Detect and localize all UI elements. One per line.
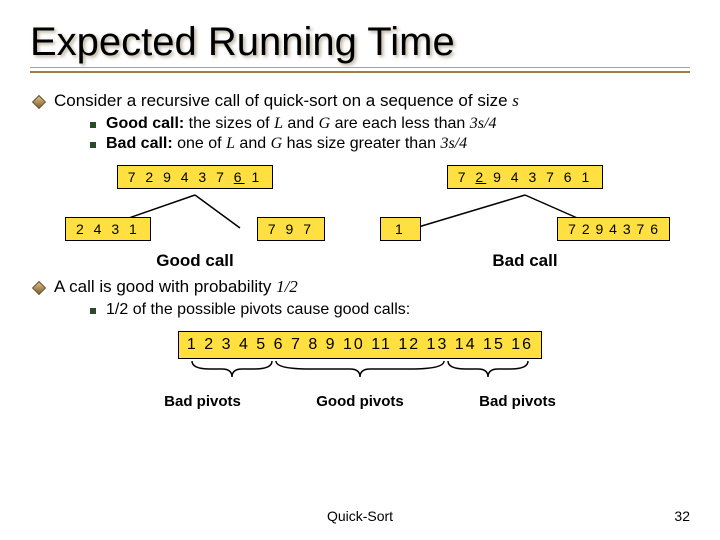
good-left-box: 2 4 3 1 xyxy=(65,217,151,241)
good-call-tree: 7 2 9 4 3 7 6 1 2 4 3 1 7 9 7 Good call xyxy=(45,165,345,271)
pivot-box: 1 2 3 4 5 6 7 8 9 10 11 12 13 14 15 16 xyxy=(178,331,542,359)
square-icon xyxy=(90,142,96,148)
var-L: L xyxy=(274,115,283,132)
bullet-1-text: Consider a recursive call of quick-sort … xyxy=(54,91,512,110)
sub-bullet-1: Good call: the sizes of L and G are each… xyxy=(90,115,690,133)
sub3-text: 1/2 of the possible pivots cause good ca… xyxy=(106,301,410,319)
var-G: G xyxy=(319,115,331,132)
footer-center: Quick-Sort xyxy=(327,508,393,524)
var-L2: L xyxy=(226,135,235,152)
bullet-2-text: A call is good with probability xyxy=(54,277,276,296)
frac-2: 3s/4 xyxy=(440,135,467,152)
bad-call-label: Bad call: xyxy=(106,135,173,152)
var-s: s xyxy=(512,91,519,110)
good-call-caption: Good call xyxy=(156,251,233,271)
pivot-area: 1 2 3 4 5 6 7 8 9 10 11 12 13 14 15 16 B… xyxy=(30,331,690,410)
var-G2: G xyxy=(271,135,283,152)
diamond-icon xyxy=(32,95,46,109)
square-icon xyxy=(90,122,96,128)
good-parent-box: 7 2 9 4 3 7 6 1 xyxy=(117,165,274,189)
bad-right-box: 7 2 9 4 3 7 6 xyxy=(557,217,670,241)
diamond-icon xyxy=(32,281,46,295)
bad-pivots-left: Bad pivots xyxy=(150,393,255,410)
bad-call-tree: 7 2 9 4 3 7 6 1 1 7 2 9 4 3 7 6 Bad call xyxy=(375,165,675,271)
bad-parent-seq: 7 2 9 4 3 7 6 1 xyxy=(458,169,593,185)
bad-parent-box: 7 2 9 4 3 7 6 1 xyxy=(447,165,604,189)
sub2b: and xyxy=(235,135,271,152)
bad-pivots-right: Bad pivots xyxy=(465,393,570,410)
brace-labels: Bad pivots Good pivots Bad pivots xyxy=(150,383,570,410)
bullet-2: A call is good with probability 1/2 xyxy=(30,277,690,297)
slide-title: Expected Running Time xyxy=(30,20,690,73)
bullet-1: Consider a recursive call of quick-sort … xyxy=(30,91,690,111)
sub-bullet-2: Bad call: one of L and G has size greate… xyxy=(90,135,690,153)
good-call-label: Good call: xyxy=(106,115,184,132)
footer: Quick-Sort 32 xyxy=(0,508,720,524)
sub1c: are each less than xyxy=(330,115,470,132)
frac-half: 1/2 xyxy=(276,277,298,296)
good-parent-seq: 7 2 9 4 3 7 6 1 xyxy=(128,169,263,185)
sub1a: the sizes of xyxy=(184,115,274,132)
good-right-box: 7 9 7 xyxy=(257,217,325,241)
frac-1: 3s/4 xyxy=(470,115,497,132)
bad-call-caption: Bad call xyxy=(492,251,557,271)
square-icon xyxy=(90,308,96,314)
bad-left-box: 1 xyxy=(380,217,421,241)
brace-svg xyxy=(190,359,530,381)
sub-bullet-3: 1/2 of the possible pivots cause good ca… xyxy=(90,301,690,319)
sub2c: has size greater than xyxy=(282,135,440,152)
diagram-area: 7 2 9 4 3 7 6 1 2 4 3 1 7 9 7 Good call … xyxy=(30,165,690,271)
sub1b: and xyxy=(283,115,319,132)
good-pivots: Good pivots xyxy=(255,393,465,410)
page-number: 32 xyxy=(674,508,690,524)
sub2a: one of xyxy=(173,135,226,152)
